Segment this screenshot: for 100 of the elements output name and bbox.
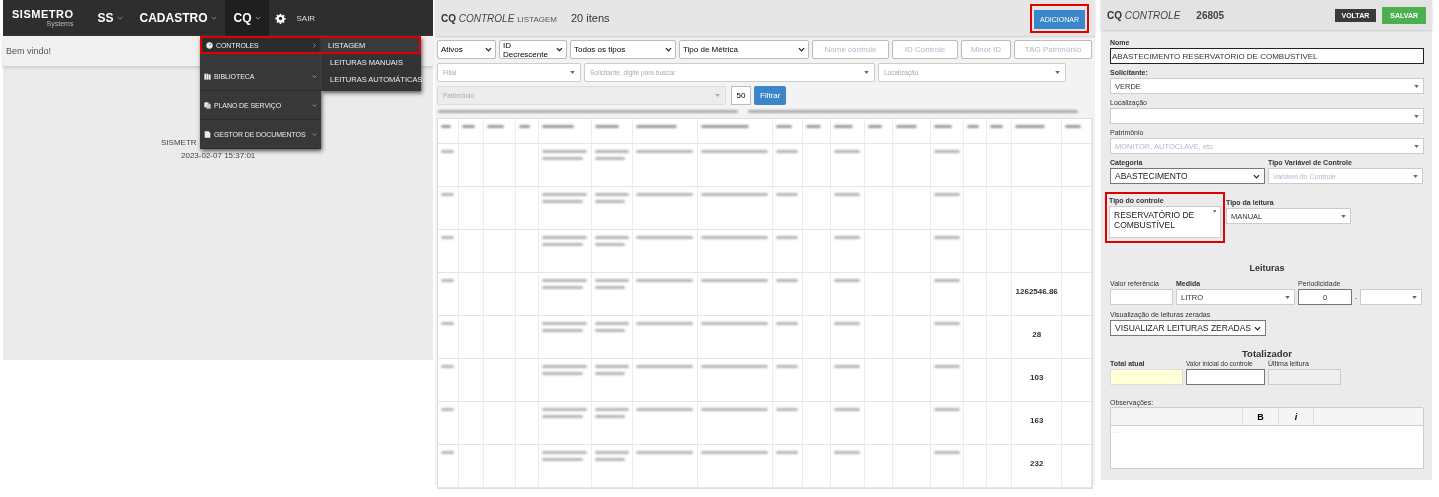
chevron-down-icon xyxy=(211,16,218,20)
control-type-select[interactable]: RESERVATÓRIO DE COMBUSTÍVEL xyxy=(1109,206,1221,238)
blurred-text xyxy=(1065,125,1082,128)
table-cell: 28 xyxy=(1032,330,1042,339)
blurred-text xyxy=(541,415,583,418)
chevron-down-icon xyxy=(117,16,124,20)
caret-down-icon xyxy=(1414,144,1419,148)
timestamp: 2023-02-07 15:37:01 xyxy=(180,151,257,160)
period-unit-select[interactable] xyxy=(1360,289,1423,305)
filter-select[interactable]: Ativos xyxy=(437,40,496,59)
filter-input[interactable]: TAG Patrimônio xyxy=(1014,40,1092,59)
initial-value-field[interactable] xyxy=(1186,369,1265,385)
books-icon xyxy=(204,72,211,80)
blurred-text xyxy=(541,125,574,128)
blurred-text xyxy=(594,415,625,418)
table-cell: 232 xyxy=(1030,459,1044,468)
name-field[interactable]: ABASTECIMENTO RESERVATORIO DE COMBUSTIVEL xyxy=(1110,48,1424,64)
blurred-text xyxy=(486,125,505,128)
bold-button[interactable]: B xyxy=(1242,408,1278,425)
blurred-text xyxy=(990,125,1003,128)
filter-select[interactable]: ID Decrescente xyxy=(499,40,567,59)
table-cell: 163 xyxy=(1030,416,1044,425)
category-select[interactable]: ABASTECIMENTO xyxy=(1110,168,1265,184)
table-cell: 103 xyxy=(1030,373,1044,382)
section-heading: Leituras xyxy=(1248,263,1286,273)
document-icon xyxy=(204,130,211,138)
blurred-text xyxy=(594,200,625,203)
blurred-text xyxy=(541,329,583,332)
blurred-text xyxy=(967,125,979,128)
caret-down-icon xyxy=(1341,214,1346,218)
blurred-text xyxy=(833,125,853,128)
blurred-text xyxy=(636,125,677,128)
section-heading: Totalizador xyxy=(1241,348,1293,359)
location-select[interactable] xyxy=(1110,108,1424,124)
caret-down-icon xyxy=(715,94,720,97)
blurred-text xyxy=(594,372,625,375)
settings-icon[interactable] xyxy=(275,12,287,24)
gauge-icon xyxy=(206,41,213,49)
copy-icon xyxy=(204,101,211,109)
filter-input[interactable]: Nome controle xyxy=(812,40,889,59)
caret-down-icon xyxy=(1212,210,1216,213)
blurred-text xyxy=(933,125,953,128)
logo[interactable]: SISMETRO xyxy=(12,9,74,20)
blurred-text xyxy=(461,125,475,128)
caret-down-icon xyxy=(864,71,869,74)
filter-select[interactable]: Tipo de Métrica xyxy=(679,40,809,59)
blurred-text xyxy=(701,125,749,128)
nav-menu[interactable]: CQ xyxy=(225,0,270,36)
version-text: SISMETR xyxy=(160,138,198,147)
chevron-down-icon xyxy=(1254,325,1261,331)
form-title: CQ CONTROLE xyxy=(1107,9,1181,21)
blurred-text xyxy=(594,157,625,160)
current-total-field[interactable] xyxy=(1110,369,1183,385)
page-size-field[interactable]: 50 xyxy=(731,86,751,105)
record-id: 26805 xyxy=(1196,9,1226,21)
nav-menu[interactable]: SS xyxy=(89,0,132,36)
exit-link[interactable]: SAIR xyxy=(296,13,316,23)
blurred-text xyxy=(1015,125,1046,128)
filter-button[interactable]: Filtrar xyxy=(754,86,786,105)
blurred-text xyxy=(541,372,583,375)
chevron-down-icon xyxy=(556,47,563,52)
caret-down-icon xyxy=(1412,295,1418,299)
caret-down-icon xyxy=(1414,84,1419,88)
blurred-text xyxy=(594,286,625,289)
blurred-text xyxy=(518,125,530,128)
zero-readings-select[interactable]: VISUALIZAR LEITURAS ZERADAS xyxy=(1110,320,1266,336)
caret-down-icon xyxy=(1055,71,1060,74)
page-title: CQ CONTROLE LISTAGEM xyxy=(441,12,557,24)
blurred-text xyxy=(594,458,625,461)
item-count: 20 itens xyxy=(571,12,611,24)
caret-down-icon xyxy=(570,71,575,74)
blurred-text xyxy=(805,125,821,128)
blurred-text xyxy=(541,286,583,289)
blurred-text xyxy=(867,125,883,128)
filter-input[interactable]: ID Controle xyxy=(892,40,958,59)
caret-down-icon xyxy=(1414,114,1419,118)
blurred-text xyxy=(895,125,918,128)
caret-down-icon xyxy=(1285,295,1290,299)
blurred-text xyxy=(541,243,583,246)
nav-menu[interactable]: CADASTRO xyxy=(131,0,226,36)
chevron-down-icon xyxy=(1253,173,1260,179)
welcome-text: Bem vindo! xyxy=(6,46,52,56)
blurred-text xyxy=(594,125,619,128)
italic-button[interactable]: i xyxy=(1278,408,1314,425)
filter-select[interactable]: Todos os tipos xyxy=(570,40,676,59)
blurred-text xyxy=(441,125,451,128)
reference-value-field[interactable] xyxy=(1110,289,1173,305)
chevron-down-icon xyxy=(255,16,262,20)
chevron-down-icon xyxy=(665,47,672,52)
chevron-down-icon xyxy=(798,47,805,52)
filter-input[interactable]: Minor ID xyxy=(961,40,1011,59)
chevron-down-icon xyxy=(485,47,492,52)
blurred-text xyxy=(541,458,583,461)
caret-down-icon xyxy=(1413,174,1418,178)
blurred-text xyxy=(541,157,583,160)
blurred-text xyxy=(594,243,625,246)
table-cell: 1262546.86 xyxy=(1015,287,1058,296)
blurred-text xyxy=(775,125,792,128)
blurred-text xyxy=(594,329,625,332)
blurred-text xyxy=(541,200,583,203)
